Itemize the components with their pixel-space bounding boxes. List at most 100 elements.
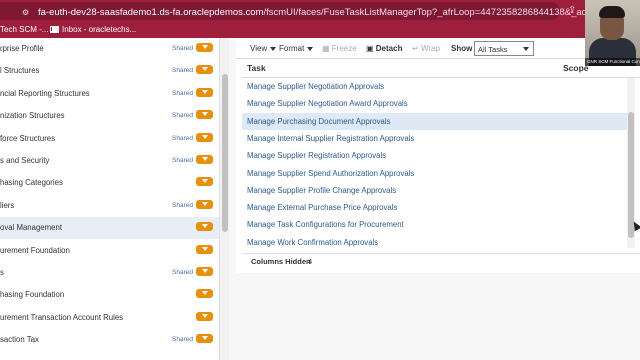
task-list-item[interactable]: urement Foundation <box>0 240 219 262</box>
actions-dropdown-button[interactable] <box>196 222 213 232</box>
table-toolbar: View Format ▦ Freeze ▣ Detach ↵ Wrap Sho… <box>236 40 640 58</box>
task-list-item-label[interactable]: nization Structures <box>0 111 65 120</box>
task-list-item[interactable]: hasing Categories <box>0 172 219 194</box>
task-link[interactable]: Manage Supplier Registration Approvals <box>247 151 386 160</box>
columns-hidden-bar: Columns Hidden 4 <box>242 253 640 269</box>
column-header-task[interactable]: Task <box>247 63 266 73</box>
task-list-item-label[interactable]: ncial Reporting Structures <box>0 89 90 98</box>
actions-dropdown-button[interactable] <box>196 334 213 344</box>
task-list-item[interactable]: urement Transaction Account Rules <box>0 307 219 329</box>
task-list-item[interactable]: s Shared <box>0 262 219 284</box>
task-row[interactable]: Manage Internal Supplier Registration Ap… <box>242 130 627 147</box>
task-link[interactable]: Manage Work Confirmation Approvals <box>247 238 378 247</box>
actions-dropdown-button[interactable] <box>196 267 213 276</box>
browser-chrome: ⚙ fa-euth-dev28-saasfademo1.ds-fa.oracle… <box>0 0 640 38</box>
task-list-item-label[interactable]: s and Security <box>0 156 49 165</box>
actions-dropdown-button[interactable] <box>196 43 213 52</box>
wrap-icon: ↵ <box>412 44 421 53</box>
task-link[interactable]: Manage Supplier Negotiation Approvals <box>247 82 384 91</box>
task-list-item-label[interactable]: rprise Profile <box>0 44 44 53</box>
task-list-item-label[interactable]: s <box>0 268 4 277</box>
actions-dropdown-button[interactable] <box>196 244 213 254</box>
actions-dropdown-button[interactable] <box>196 289 213 299</box>
task-link[interactable]: Manage Task Configurations for Procureme… <box>247 220 404 229</box>
columns-hidden-count: 4 <box>308 257 313 266</box>
view-menu[interactable]: View <box>250 44 277 53</box>
task-row[interactable]: Manage Supplier Registration Approvals <box>242 147 627 164</box>
task-list-item-label[interactable]: hasing Foundation <box>0 290 64 299</box>
left-scrollbar[interactable] <box>219 38 229 360</box>
freeze-button[interactable]: ▦ Freeze <box>322 44 357 53</box>
left-scrollbar-thumb[interactable] <box>222 74 228 232</box>
presenter-hair <box>599 6 625 18</box>
task-list-item-label[interactable]: oval Management <box>0 223 62 232</box>
task-link[interactable]: Manage Supplier Negotiation Award Approv… <box>247 99 408 108</box>
task-row[interactable]: Manage Supplier Negotiation Award Approv… <box>242 95 627 112</box>
task-list-item[interactable]: l Structures Shared <box>0 60 219 82</box>
table-scrollbar-thumb[interactable] <box>628 112 634 238</box>
url-text[interactable]: fa-euth-dev28-saasfademo1.ds-fa.oraclepd… <box>38 7 640 18</box>
task-link[interactable]: Manage Internal Supplier Registration Ap… <box>247 134 414 143</box>
actions-dropdown-button[interactable] <box>196 177 213 187</box>
task-list-item-label[interactable]: hasing Categories <box>0 178 63 187</box>
task-list-item-label[interactable]: saction Tax <box>0 335 39 344</box>
bookmarks-bar: Tech SCM -... Inbox - oracletechs... <box>0 22 640 38</box>
actions-dropdown-button[interactable] <box>196 87 213 97</box>
shared-badge: Shared <box>172 45 193 52</box>
actions-dropdown-button[interactable] <box>196 110 213 120</box>
task-list-item[interactable]: hasing Foundation <box>0 284 219 306</box>
site-info-icon[interactable]: ⚙ <box>22 8 32 17</box>
bookmark-label: Tech SCM -... <box>0 25 49 34</box>
task-list-item[interactable]: force Structures Shared <box>0 128 219 150</box>
task-link[interactable]: Manage Purchasing Document Approvals <box>247 117 390 126</box>
task-list-panel: rprise Profile Shared l Structures Shared nc… <box>0 38 219 360</box>
task-row[interactable]: Manage Work Confirmation Approvals <box>242 234 627 251</box>
bookmark-inbox[interactable]: Inbox - oracletechs... <box>50 25 136 34</box>
task-list-item[interactable]: liers Shared <box>0 195 219 217</box>
task-list-item[interactable]: rprise Profile Shared <box>0 38 219 60</box>
detach-button[interactable]: ▣ Detach <box>366 44 402 53</box>
task-list-item-label[interactable]: force Structures <box>0 134 55 143</box>
task-row[interactable]: Manage Supplier Spend Authorization Appr… <box>242 165 627 182</box>
show-label: Show <box>451 44 472 53</box>
shared-badge: Shared <box>172 89 193 97</box>
freeze-icon: ▦ <box>322 44 332 53</box>
task-list-item-label[interactable]: urement Transaction Account Rules <box>0 313 123 322</box>
task-list-item-label[interactable]: l Structures <box>0 66 39 75</box>
task-list-item[interactable]: oval Management <box>0 217 219 240</box>
share-icon[interactable]: ⇪ <box>568 5 576 16</box>
task-link[interactable]: Manage Supplier Spend Authorization Appr… <box>247 169 414 178</box>
shared-badge: Shared <box>172 336 193 344</box>
shared-badge: Shared <box>172 201 193 209</box>
task-row[interactable]: Manage Purchasing Document Approvals <box>242 112 627 130</box>
view-label: View <box>250 44 268 53</box>
task-row[interactable]: Manage External Purchase Price Approvals <box>242 199 627 216</box>
task-list-item[interactable]: saction Tax Shared <box>0 329 219 351</box>
gmail-icon <box>50 26 60 34</box>
url-host: fa-euth-dev28-saasfademo1.ds-fa.oraclepd… <box>38 7 264 18</box>
show-label-text: Show <box>451 44 473 53</box>
actions-dropdown-button[interactable] <box>196 155 213 164</box>
actions-dropdown-button[interactable] <box>196 199 213 209</box>
task-link[interactable]: Manage External Purchase Price Approvals <box>247 203 397 212</box>
webcam-caption: GNR SCM Functional Consul <box>585 58 640 66</box>
actions-dropdown-button[interactable] <box>196 132 213 142</box>
bookmark-label: Inbox - oracletechs... <box>62 25 137 34</box>
wrap-button[interactable]: ↵ Wrap <box>412 44 440 53</box>
task-link[interactable]: Manage Supplier Profile Change Approvals <box>247 186 396 195</box>
task-row[interactable]: Manage Supplier Profile Change Approvals <box>242 182 627 199</box>
task-list-item[interactable]: nization Structures Shared <box>0 105 219 127</box>
task-row[interactable]: Manage Supplier Negotiation Approvals <box>242 78 627 95</box>
address-bar[interactable]: ⚙ fa-euth-dev28-saasfademo1.ds-fa.oracle… <box>0 2 640 20</box>
show-filter-select[interactable]: All Tasks <box>474 41 534 56</box>
task-list-item[interactable]: ncial Reporting Structures Shared <box>0 83 219 105</box>
detach-icon: ▣ <box>366 44 376 53</box>
task-list-item[interactable]: s and Security Shared <box>0 150 219 172</box>
task-row[interactable]: Manage Task Configurations for Procureme… <box>242 216 627 233</box>
task-list-item-label[interactable]: liers <box>0 201 14 210</box>
actions-dropdown-button[interactable] <box>196 65 213 75</box>
bookmark-tech-scm[interactable]: Tech SCM -... <box>0 25 48 34</box>
actions-dropdown-button[interactable] <box>196 311 213 321</box>
format-menu[interactable]: Format <box>279 44 314 53</box>
task-list-item-label[interactable]: urement Foundation <box>0 246 70 255</box>
